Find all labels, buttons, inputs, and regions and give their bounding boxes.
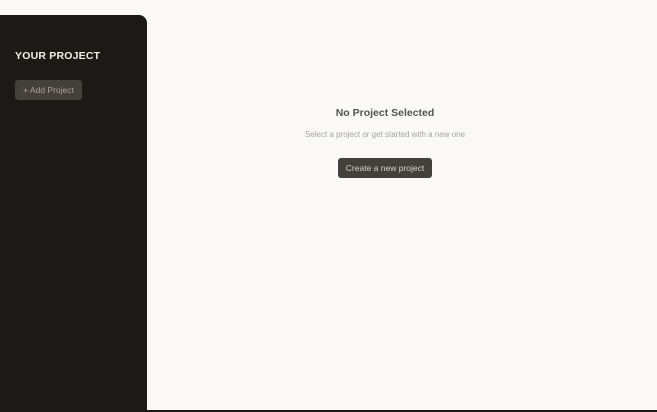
sidebar-title: YOUR PROJECT — [15, 50, 101, 62]
sidebar: YOUR PROJECT + Add Project — [0, 15, 147, 412]
app-window: YOUR PROJECT + Add Project No Project Se… — [0, 0, 657, 412]
create-project-button[interactable]: Create a new project — [338, 158, 432, 178]
add-project-button[interactable]: + Add Project — [15, 80, 82, 100]
main-content: No Project Selected Select a project or … — [147, 0, 657, 412]
empty-state-title: No Project Selected — [335, 107, 435, 119]
empty-state-subtitle: Select a project or get started with a n… — [304, 130, 466, 139]
